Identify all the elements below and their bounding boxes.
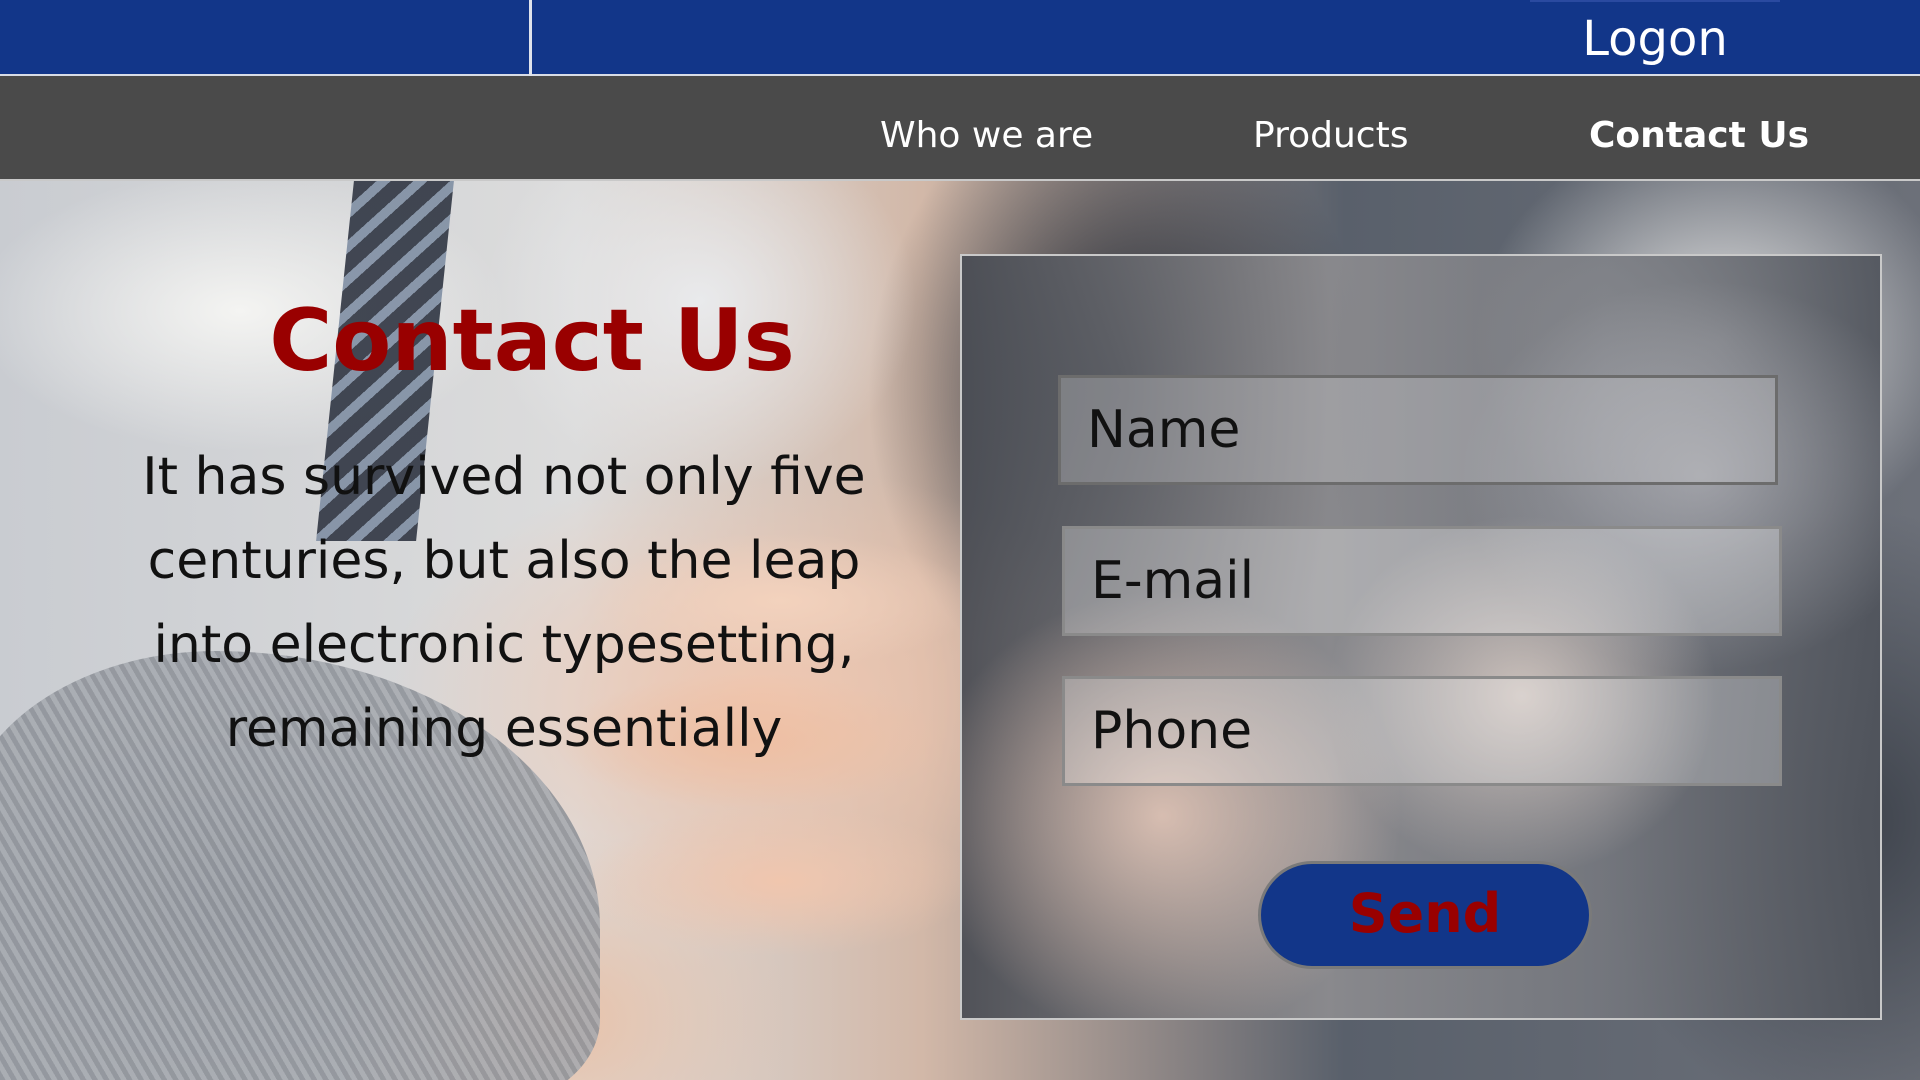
top-bar-divider — [529, 0, 532, 76]
page-title: Contact Us — [269, 291, 795, 391]
contact-form: Send — [960, 254, 1882, 1020]
phone-field[interactable] — [1062, 676, 1782, 786]
main-nav: Who we are Products Contact Us — [0, 76, 1920, 181]
send-button[interactable]: Send — [1258, 861, 1592, 969]
nav-item-contact-us[interactable]: Contact Us — [1589, 76, 1809, 179]
intro-text: It has survived not only five centuries,… — [142, 447, 866, 759]
nav-item-products[interactable]: Products — [1253, 76, 1408, 179]
nav-item-who-we-are[interactable]: Who we are — [880, 76, 1093, 179]
email-field[interactable] — [1062, 526, 1782, 636]
logon-link[interactable]: Logon — [1530, 0, 1780, 76]
top-bar: Logon — [0, 0, 1920, 76]
contact-page: Logon Who we are Products Contact Us Con… — [0, 0, 1920, 1080]
name-field[interactable] — [1058, 375, 1778, 485]
